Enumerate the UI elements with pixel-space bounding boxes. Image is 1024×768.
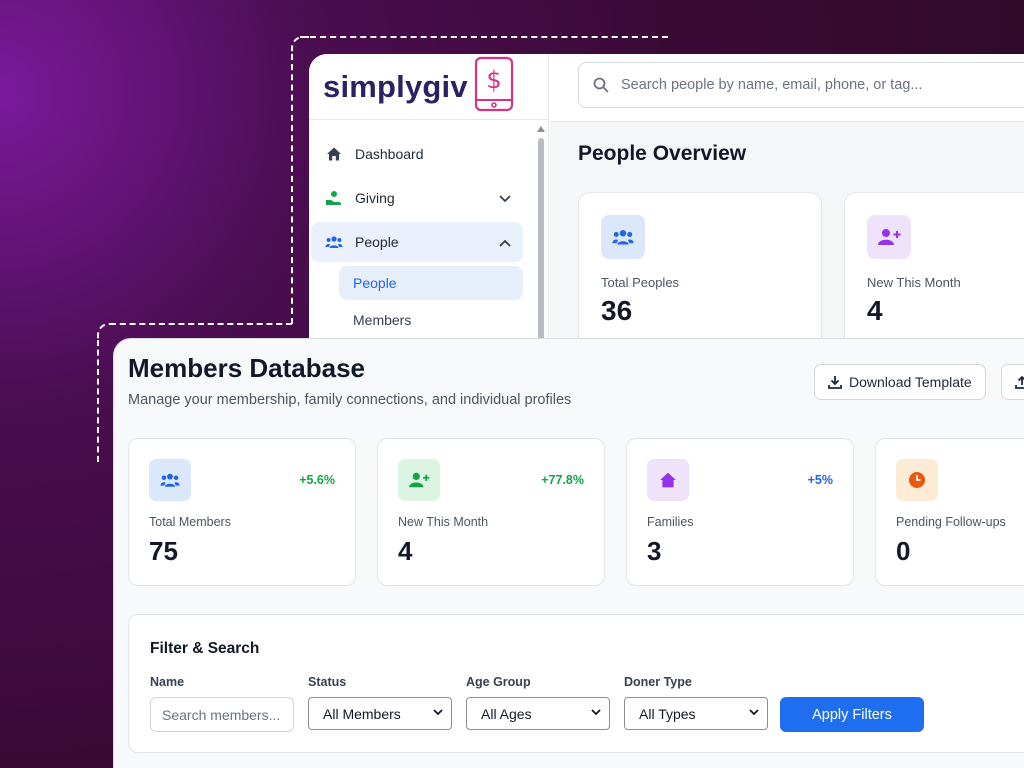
name-search-input[interactable]: Search members... [150, 697, 294, 732]
people-window: simplygiv $ Dashboard Giving People Peop… [309, 54, 1024, 354]
filter-title: Filter & Search [150, 640, 260, 657]
people-icon [325, 233, 343, 251]
stat-card-new-this-month: +77.8% New This Month 4 [377, 438, 605, 586]
sidebar-item-dashboard[interactable]: Dashboard [311, 134, 523, 174]
apply-filters-button[interactable]: Apply Filters [780, 697, 924, 732]
sidebar-item-label: Dashboard [355, 146, 424, 162]
chevron-down-icon [591, 709, 601, 716]
chevron-down-icon [499, 190, 511, 206]
upload-button[interactable] [1001, 364, 1024, 400]
doner-type-select[interactable]: All Types [624, 697, 768, 730]
stat-label: New This Month [398, 515, 489, 529]
subnav-item-people[interactable]: People [339, 266, 523, 300]
subnav-item-members[interactable]: Members [339, 303, 523, 337]
name-label: Name [150, 675, 185, 689]
sidebar-item-label: People [355, 234, 399, 250]
stat-value: 3 [647, 536, 662, 566]
stat-card-pending-follow-ups: Pending Follow-ups 0 [875, 438, 1024, 586]
members-window: Members Database Manage your membership,… [113, 338, 1024, 768]
download-icon [828, 375, 842, 389]
people-icon [149, 459, 191, 501]
sidebar-item-label: Giving [355, 190, 395, 206]
dashed-frame-top-corner [291, 36, 311, 56]
sidebar: simplygiv $ Dashboard Giving People Peop… [309, 54, 549, 354]
card-value: 4 [867, 295, 883, 326]
giving-hand-icon [325, 189, 343, 207]
user-plus-icon [398, 459, 440, 501]
phone-dollar-icon: $ [474, 56, 514, 117]
change-badge: +77.8% [541, 473, 584, 487]
page-subtitle: Manage your membership, family connectio… [128, 392, 572, 408]
page-title: Members Database [128, 353, 365, 383]
filter-panel: Filter & Search Name Search members... S… [128, 614, 1024, 753]
search-icon [593, 77, 609, 93]
stat-value: 4 [398, 536, 413, 566]
status-select[interactable]: All Members [308, 697, 452, 730]
scrollbar-thumb[interactable] [538, 138, 544, 354]
brand-name: simplygiv [323, 68, 468, 104]
overview-card-total-peoples: Total Peoples 36 [578, 192, 822, 354]
scroll-up-arrow-icon[interactable] [537, 126, 545, 132]
chevron-up-icon [499, 234, 511, 250]
svg-text:$: $ [486, 66, 501, 94]
stat-value: 75 [149, 536, 178, 566]
dashed-frame-mid-corner [97, 323, 117, 343]
status-label: Status [308, 675, 347, 689]
age-group-label: Age Group [466, 675, 531, 689]
change-badge: +5% [807, 473, 833, 487]
doner-selected-value: All Types [639, 705, 696, 722]
user-plus-icon [867, 215, 911, 259]
chevron-down-icon [749, 709, 759, 716]
dashed-frame-mid-horizontal [110, 323, 292, 325]
status-selected-value: All Members [323, 705, 401, 722]
stat-card-families: +5% Families 3 [626, 438, 854, 586]
clock-icon [896, 459, 938, 501]
overview-card-new-this-month: New This Month 4 [844, 192, 1024, 354]
stat-label: Total Members [149, 515, 231, 529]
people-icon [601, 215, 645, 259]
dashed-frame-left-vertical [97, 340, 99, 462]
name-placeholder: Search members... [162, 706, 281, 723]
sidebar-nav: Dashboard Giving People People Members [309, 134, 537, 340]
upload-icon [1015, 375, 1024, 389]
brand-logo[interactable]: simplygiv $ [309, 54, 548, 120]
age-group-select[interactable]: All Ages [466, 697, 610, 730]
stat-label: Pending Follow-ups [896, 515, 1006, 529]
chevron-down-icon [433, 709, 443, 716]
dashed-frame-top-horizontal [300, 36, 668, 38]
stat-card-total-members: +5.6% Total Members 75 [128, 438, 356, 586]
search-placeholder: Search people by name, email, phone, or … [621, 77, 923, 93]
home-icon [647, 459, 689, 501]
home-icon [325, 145, 343, 163]
dashed-frame-top-vertical [291, 54, 293, 324]
age-selected-value: All Ages [481, 705, 532, 722]
people-main: Search people by name, email, phone, or … [550, 54, 1024, 354]
sidebar-scrollbar[interactable] [537, 124, 545, 354]
stat-label: Families [647, 515, 694, 529]
doner-type-label: Doner Type [624, 675, 692, 689]
sidebar-item-people[interactable]: People [311, 222, 523, 262]
card-value: 36 [601, 295, 633, 326]
card-label: Total Peoples [601, 275, 680, 290]
download-template-button[interactable]: Download Template [814, 364, 986, 400]
stat-value: 0 [896, 536, 911, 566]
search-input[interactable]: Search people by name, email, phone, or … [578, 62, 1024, 108]
button-label: Download Template [849, 374, 972, 390]
sidebar-item-giving[interactable]: Giving [311, 178, 523, 218]
card-label: New This Month [867, 275, 961, 290]
top-bar: Search people by name, email, phone, or … [550, 54, 1024, 122]
page-title: People Overview [578, 142, 747, 165]
change-badge: +5.6% [299, 473, 335, 487]
